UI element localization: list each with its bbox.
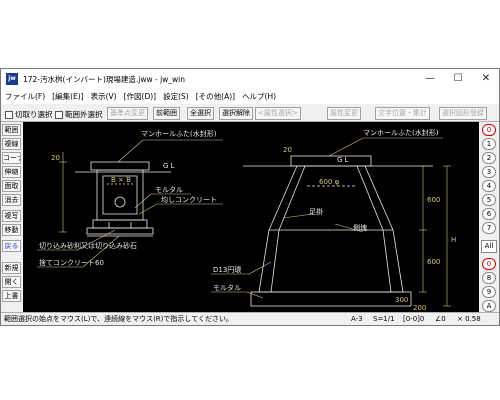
tool-extend[interactable]: 伸縮 [2, 166, 21, 178]
selection-toolbar: 切取り選択 範囲外選択 基準点変更 前範囲 全選択 選択解除 <属性選択> 属性… [1, 105, 499, 122]
left-pipe-circle [114, 196, 126, 208]
gl-left-label: G L [163, 162, 175, 170]
layer-a[interactable]: A [482, 300, 496, 312]
layer-9[interactable]: 9 [482, 286, 496, 298]
minimize-button[interactable]: — [417, 71, 443, 87]
status-message: 範囲選択の始点をマウス(L)で、連続線をマウス(R)で指示してください。 [4, 315, 233, 323]
checkbox-box-icon [5, 110, 13, 119]
layer-display[interactable]: [0-0]0 [403, 313, 424, 325]
right-wall-left-inner [270, 229, 280, 293]
menu-edit[interactable]: [編集(E)] [52, 91, 83, 102]
dim-300-label: 300 [395, 296, 408, 304]
right-wall-right-inner [382, 229, 392, 293]
tool-chamfer[interactable]: 面取 [2, 180, 21, 192]
layer-all-button[interactable]: All [481, 240, 497, 253]
zoom-display[interactable]: × 0.58 [457, 313, 481, 325]
left-gravel-layer [86, 227, 154, 235]
attr-change-button[interactable]: 属性変更 [327, 107, 361, 120]
cut-select-checkbox[interactable]: 切取り選択 [5, 109, 53, 120]
right-lid [290, 155, 372, 167]
close-button[interactable]: ✕ [473, 71, 499, 87]
tool-new[interactable]: 新規 [2, 262, 21, 274]
tool-overwrite[interactable]: 上書 [2, 290, 21, 302]
prev-range-button[interactable]: 前範囲 [153, 107, 180, 120]
right-base [250, 291, 412, 307]
text-pos-button[interactable]: 文字位置・集計 [375, 107, 430, 120]
layer-0[interactable]: 0 [482, 258, 496, 270]
menu-bar: ファイル(F) [編集(E)] 表示(V) [作図(D)] 設定(S) [その他… [1, 89, 499, 104]
tool-open[interactable]: 開く [2, 276, 21, 288]
ashikake-label: 足掛 [309, 207, 323, 216]
layer-group-2[interactable]: 2 [482, 152, 496, 164]
dim-200-label: 200 [413, 304, 426, 312]
dim-600a-label: 600 [427, 196, 440, 204]
left-tool-palette: 範囲 複線 コーナー 伸縮 面取 消去 複写 移動 戻る 新規 開く 上書 [1, 122, 22, 312]
menu-help[interactable]: ヘルプ(H) [242, 91, 276, 102]
manhole-lid-left-label: マンホールふた(水封形) [141, 129, 217, 138]
left-manhole-section [75, 161, 171, 237]
checkbox-box-icon [55, 110, 63, 119]
layer-group-6[interactable]: 6 [482, 208, 496, 220]
paper-size[interactable]: A-3 [351, 313, 363, 325]
tool-offset[interactable]: 複線 [2, 138, 21, 150]
menu-file[interactable]: ファイル(F) [5, 91, 45, 102]
dia-600-label: 600 φ [319, 178, 340, 186]
layer-group-5[interactable]: 5 [482, 194, 496, 206]
manhole-lid-right-label: マンホールふた(水封形) [363, 128, 439, 137]
outside-select-checkbox[interactable]: 範囲外選択 [55, 109, 103, 120]
app-window: jw 172-汚水桝(インバート)現場建造.jww - jw_win — ☐ ✕… [0, 68, 500, 326]
maximize-button[interactable]: ☐ [445, 71, 471, 87]
dim-b-label: B × B [111, 176, 131, 184]
mortar-label-2: モルタル [213, 283, 241, 292]
layer-group-0[interactable]: 0 [482, 124, 496, 136]
dim-600b-label: 600 [427, 258, 440, 266]
layer-group-4[interactable]: 4 [482, 180, 496, 192]
layer-8[interactable]: 8 [482, 272, 496, 284]
cut-gravel-label: 切り込み砂利又は切り込み砂石 [39, 241, 137, 250]
scale-display[interactable]: S=1/1 [373, 313, 395, 325]
deselect-button[interactable]: 選択解除 [219, 107, 253, 120]
precast-concrete-label: 均しコンクリート [161, 195, 217, 204]
select-all-button[interactable]: 全選択 [187, 107, 214, 120]
tool-erase[interactable]: 消去 [2, 194, 21, 206]
tool-range[interactable]: 範囲 [2, 124, 21, 136]
tool-corner[interactable]: コーナー [2, 152, 21, 164]
cut-select-label: 切取り選択 [15, 110, 53, 119]
layer-group-7[interactable]: 7 [482, 222, 496, 234]
left-lid-frame [90, 161, 150, 171]
outside-select-label: 範囲外選択 [65, 110, 103, 119]
leveling-concrete-label: 捨てコンクリート60 [39, 258, 104, 267]
menu-other[interactable]: [その他(A)] [196, 91, 235, 102]
cad-drawing: マンホールふた(水封形) G L B × B モルタル 均しコンクリート 切り込… [37, 128, 456, 312]
tool-copy[interactable]: 複写 [2, 210, 21, 222]
drawing-canvas[interactable]: マンホールふた(水封形) G L B × B モルタル 均しコンクリート 切り込… [23, 122, 479, 312]
d13-rebar-label: D13円環 [213, 266, 241, 274]
right-dimension-lines [211, 137, 451, 307]
right-wall-left [258, 229, 270, 293]
angle-display[interactable]: ∠0 [435, 313, 446, 325]
dim-20-label: 20 [51, 154, 60, 162]
mortar-label-1: モルタル [155, 185, 183, 194]
status-bar: 範囲選択の始点をマウス(L)で、連続線をマウス(R)で指示してください。 A-3… [1, 312, 499, 325]
menu-settings[interactable]: 設定(S) [163, 91, 189, 102]
attr-select-button[interactable]: <属性選択> [255, 107, 301, 120]
dim-20-right-label: 20 [283, 146, 292, 154]
menu-view[interactable]: 表示(V) [91, 91, 117, 102]
base-point-button[interactable]: 基準点変更 [107, 107, 148, 120]
layer-group-3[interactable]: 3 [482, 166, 496, 178]
tool-move[interactable]: 移動 [2, 224, 21, 236]
register-shape-button[interactable]: 選択図形登録 [439, 107, 487, 120]
window-title: 172-汚水桝(インバート)現場建造.jww - jw_win [23, 75, 186, 84]
menu-draw[interactable]: [作図(D)] [124, 91, 156, 102]
right-wall-right [392, 229, 404, 293]
layer-palette: 0 1 2 3 4 5 6 7 All 0 8 9 A [479, 122, 499, 312]
dim-h-label: H [451, 236, 456, 244]
tool-undo[interactable]: 戻る [2, 240, 21, 252]
layer-group-1[interactable]: 1 [482, 138, 496, 150]
gl-right-label: G L [337, 156, 349, 164]
jw-app-icon: jw [6, 73, 18, 85]
title-bar: jw 172-汚水桝(インバート)現場建造.jww - jw_win — ☐ ✕ [1, 69, 499, 89]
sokkai-label: 側塊 [353, 223, 367, 232]
left-base-slab [92, 219, 148, 229]
